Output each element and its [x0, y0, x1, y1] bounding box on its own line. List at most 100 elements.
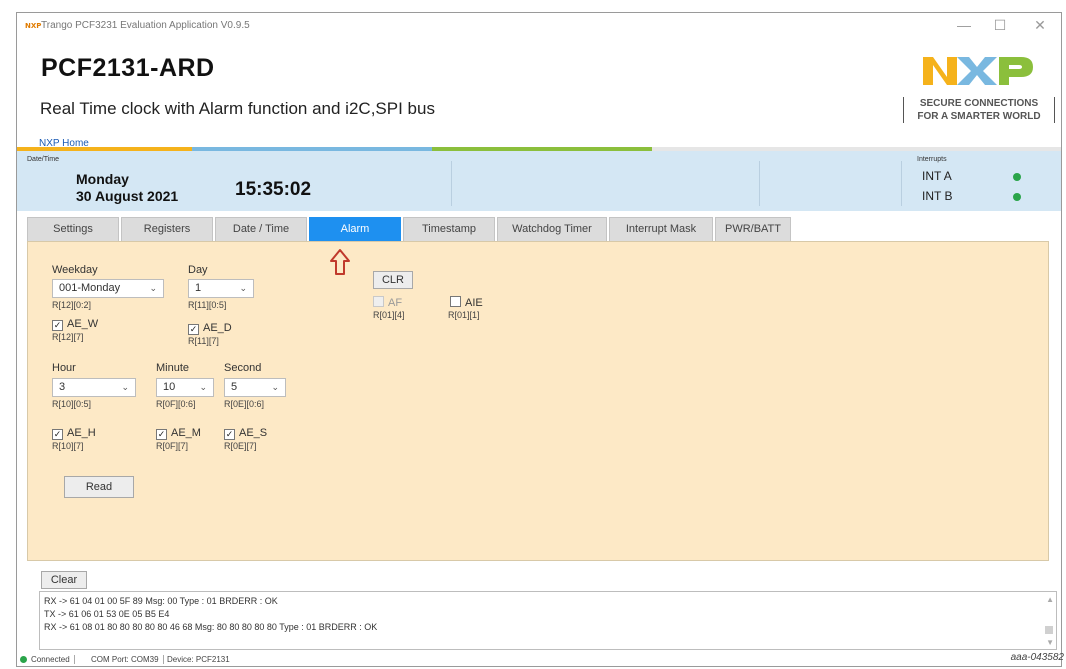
read-button[interactable]: Read — [64, 476, 134, 498]
int-a-led-icon — [1013, 173, 1021, 181]
connection-status-icon — [20, 656, 27, 663]
clear-log-button[interactable]: Clear Log — [41, 571, 87, 602]
ae-w-register: R[12][7] — [52, 332, 84, 342]
minute-label: Minute — [156, 362, 190, 374]
status-bar: Connected COM Port: COM39 Device: PCF213… — [17, 653, 1061, 667]
tab-watchdog-timer[interactable]: Watchdog Timer — [497, 217, 607, 241]
log-line: RX -> 61 04 01 00 5F 89 Msg: 00 Type : 0… — [44, 596, 278, 606]
ae-m-register: R[0F][7] — [156, 441, 189, 451]
second-select-value: 5 — [231, 381, 238, 393]
checkbox-unchecked-icon — [450, 296, 461, 307]
log-line: TX -> 61 06 01 53 0E 05 B5 E4 — [44, 609, 170, 619]
log-line: RX -> 61 08 01 80 80 80 80 80 46 68 Msg:… — [44, 622, 378, 632]
ae-w-label: AE_W — [67, 318, 99, 330]
ae-h-register: R[10][7] — [52, 441, 84, 451]
ae-s-checkbox[interactable]: ✓ AE_S — [224, 427, 267, 440]
tab-date-time[interactable]: Date / Time — [215, 217, 307, 241]
app-icon: NXP — [25, 22, 42, 30]
day-select-value: 1 — [195, 282, 202, 294]
checkbox-checked-icon: ✓ — [188, 324, 199, 335]
weekday-select-value: 001-Monday — [59, 282, 121, 294]
date-display: 30 August 2021 — [76, 188, 179, 204]
hour-label: Hour — [52, 362, 76, 374]
device-status: Device: PCF2131 — [167, 655, 230, 664]
figure-id: aaa-043582 — [1010, 652, 1064, 663]
nxp-logo — [923, 57, 1033, 85]
tab-settings[interactable]: Settings — [27, 217, 119, 241]
int-a-label: INT A — [922, 169, 952, 183]
datetime-label: Date/Time — [27, 156, 60, 163]
minute-register: R[0F][0:6] — [156, 399, 196, 409]
chevron-down-icon: ⌄ — [121, 382, 129, 392]
window-title: Trango PCF3231 Evaluation Application V0… — [41, 20, 250, 31]
connection-status: Connected — [31, 655, 75, 664]
ae-m-checkbox[interactable]: ✓ AE_M — [156, 427, 201, 440]
tab-alarm[interactable]: Alarm — [309, 217, 401, 241]
app-header: PCF2131-ARD Real Time clock with Alarm f… — [17, 43, 1061, 149]
interrupts-label: Interrupts — [917, 156, 947, 163]
af-label: AF — [388, 297, 403, 309]
tab-pwr-batt[interactable]: PWR/BATT — [715, 217, 791, 241]
hour-select[interactable]: 3 ⌄ — [52, 378, 136, 397]
ae-h-label: AE_H — [67, 427, 96, 439]
aie-label: AIE — [465, 297, 483, 309]
time-display: 15:35:02 — [235, 179, 312, 200]
tagline-line-2: FOR A SMARTER WORLD — [917, 111, 1041, 122]
nxp-tagline: SECURE CONNECTIONS FOR A SMARTER WORLD — [903, 97, 1055, 123]
weekday-label: Weekday — [52, 264, 98, 276]
alarm-tab-pane: Weekday 001-Monday ⌄ R[12][0:2] ✓ AE_W R[… — [27, 241, 1049, 561]
app-window: NXP Trango PCF3231 Evaluation Applicatio… — [16, 12, 1062, 667]
weekday-select[interactable]: 001-Monday ⌄ — [52, 279, 164, 298]
ae-h-checkbox[interactable]: ✓ AE_H — [52, 427, 96, 440]
int-b-led-icon — [1013, 193, 1021, 201]
second-register: R[0E][0:6] — [224, 399, 265, 409]
scroll-up-icon[interactable]: ▲ — [1046, 595, 1054, 604]
chevron-down-icon: ⌄ — [149, 283, 157, 293]
scrollbar-thumb[interactable] — [1045, 626, 1053, 634]
tab-timestamp[interactable]: Timestamp — [403, 217, 495, 241]
chevron-down-icon: ⌄ — [271, 382, 279, 392]
minimize-button[interactable]: — — [949, 17, 979, 33]
page-title: PCF2131-ARD — [41, 54, 215, 82]
weekday-register: R[12][0:2] — [52, 300, 92, 310]
second-select[interactable]: 5 ⌄ — [224, 378, 286, 397]
ae-d-label: AE_D — [203, 322, 232, 334]
ae-m-label: AE_M — [171, 427, 201, 439]
tab-interrupt-mask[interactable]: Interrupt Mask — [609, 217, 713, 241]
tagline-line-1: SECURE CONNECTIONS — [919, 98, 1039, 109]
day-register: R[11][0:5] — [188, 300, 227, 310]
minute-select[interactable]: 10 ⌄ — [156, 378, 214, 397]
title-bar: NXP Trango PCF3231 Evaluation Applicatio… — [17, 13, 1061, 41]
scroll-down-icon[interactable]: ▼ — [1046, 638, 1054, 647]
chevron-down-icon: ⌄ — [239, 283, 247, 293]
tab-registers[interactable]: Registers — [121, 217, 213, 241]
checkbox-checked-icon: ✓ — [52, 320, 63, 331]
panel-divider — [759, 161, 760, 206]
clr-button[interactable]: CLR — [373, 271, 413, 289]
checkbox-checked-icon: ✓ — [224, 429, 235, 440]
ae-s-label: AE_S — [239, 427, 268, 439]
ae-w-checkbox[interactable]: ✓ AE_W — [52, 318, 98, 331]
ae-d-checkbox[interactable]: ✓ AE_D — [188, 322, 232, 335]
day-select[interactable]: 1 ⌄ — [188, 279, 254, 298]
checkbox-disabled-icon — [373, 296, 384, 307]
panel-divider — [901, 161, 902, 206]
ae-s-register: R[0E][7] — [224, 441, 257, 451]
int-b-label: INT B — [922, 189, 953, 203]
second-label: Second — [224, 362, 262, 374]
checkbox-checked-icon: ✓ — [156, 429, 167, 440]
ae-d-register: R[11][7] — [188, 336, 219, 346]
arrow-up-icon — [330, 249, 350, 275]
log-textbox[interactable]: RX -> 61 04 01 00 5F 89 Msg: 00 Type : 0… — [39, 591, 1057, 650]
af-register: R[01][4] — [373, 310, 405, 320]
day-label: Day — [188, 264, 208, 276]
maximize-button[interactable]: ☐ — [985, 17, 1015, 34]
close-button[interactable]: ✕ — [1025, 17, 1055, 34]
aie-checkbox[interactable]: AIE — [450, 296, 483, 309]
page-subtitle: Real Time clock with Alarm function and … — [40, 99, 435, 118]
hour-register: R[10][0:5] — [52, 399, 92, 409]
panel-divider — [451, 161, 452, 206]
hour-select-value: 3 — [59, 381, 66, 393]
weekday-display: Monday — [76, 171, 129, 187]
aie-register: R[01][1] — [448, 310, 480, 320]
